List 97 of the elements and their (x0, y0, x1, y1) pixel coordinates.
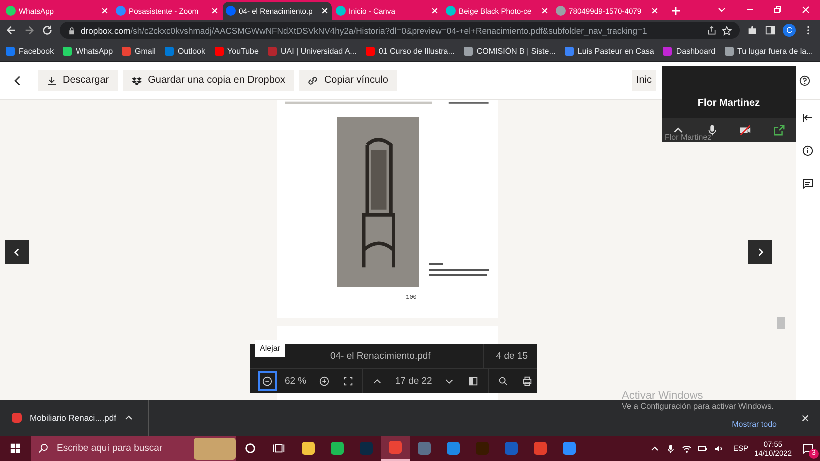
reload-icon[interactable] (42, 25, 53, 36)
profile-avatar[interactable]: C (783, 24, 796, 37)
app-icon (534, 442, 547, 455)
puzzle-icon[interactable] (747, 25, 758, 36)
previous-button[interactable] (5, 240, 29, 264)
app-icon (389, 441, 402, 454)
speaker-icon[interactable] (714, 444, 724, 454)
page-indicator: 17 de 22 (394, 376, 434, 386)
bookmark-link[interactable]: WhatsApp (76, 46, 114, 56)
favicon-icon (116, 6, 126, 16)
windows-start-icon[interactable] (10, 443, 21, 454)
favicon-icon (724, 46, 734, 56)
wifi-icon[interactable] (682, 444, 692, 454)
address-field[interactable]: dropbox.com/sh/c2ckxc0kvshmadj/AACSMGWwNFNdXtDSVkNV4hy2a/Historia?dl=0&preview=04-+el+Renacimiento.pdf&subfolder_nav_tracking=1 (60, 22, 740, 39)
bookmark-link[interactable]: Facebook (19, 46, 54, 56)
comment-icon[interactable] (802, 178, 814, 190)
favicon-icon (226, 6, 236, 16)
favicon-icon (366, 46, 375, 56)
share-screen-icon[interactable] (772, 124, 786, 136)
activation-text: Ve a Configuración para activar Windows. (622, 402, 774, 411)
link-icon (308, 76, 318, 86)
camera-off-icon[interactable] (739, 124, 752, 136)
star-icon[interactable] (722, 26, 732, 36)
printer-icon (522, 376, 534, 386)
favicon-icon (336, 6, 346, 16)
side-panel-icon (468, 376, 480, 386)
favicon-icon (663, 46, 672, 56)
bookmark-link[interactable]: Luis Pasteur en Casa (578, 46, 654, 56)
activation-title: Activar Windows (622, 390, 704, 402)
favicon-icon (63, 46, 72, 56)
lock-icon (68, 26, 76, 34)
app-icon (447, 442, 460, 455)
battery-icon[interactable] (698, 444, 708, 454)
app-icon (476, 442, 489, 455)
pdf-icon (12, 413, 22, 423)
next-button[interactable] (748, 240, 772, 264)
app-icon (360, 442, 373, 455)
favicon-icon (6, 46, 15, 56)
favicon-icon (556, 6, 566, 16)
close-icon[interactable] (801, 414, 810, 422)
favicon-icon (464, 46, 473, 56)
bookmark-link[interactable]: Gmail (135, 46, 156, 56)
info-icon[interactable] (802, 145, 814, 157)
favicon-icon (164, 46, 174, 56)
bookmark-link[interactable]: YouTube (228, 46, 259, 56)
bookmark-link[interactable]: Tu lugar fuera de la... (738, 46, 814, 56)
app-icon (418, 442, 431, 455)
file-position: 4 de 15 (483, 344, 537, 368)
forward-icon[interactable] (24, 25, 35, 36)
toolbar-button[interactable]: Descargar (38, 70, 118, 91)
restore-icon[interactable] (773, 5, 783, 15)
circle-icon (244, 442, 257, 455)
help-icon[interactable] (799, 74, 811, 86)
microphone-icon[interactable] (666, 444, 676, 454)
bookmark-link[interactable]: 01 Curso de Illustra... (378, 46, 455, 56)
side-panel-icon[interactable] (765, 25, 776, 36)
scrollbar-thumb[interactable] (777, 317, 785, 329)
participant-name: Flor Martinez (696, 98, 762, 109)
zoom-in-icon (318, 376, 330, 386)
favicon-icon (214, 46, 224, 56)
toolbar-button[interactable]: Inic (632, 70, 656, 91)
toolbar-button[interactable]: Copiar vínculo (299, 70, 398, 91)
tooltip: Alejar (255, 340, 286, 357)
zoom-level: 62 % (284, 376, 308, 386)
app-icon (302, 442, 315, 455)
app-icon (563, 442, 576, 455)
back-icon[interactable] (6, 25, 17, 36)
app-icon (505, 442, 518, 455)
bookmark-link[interactable]: COMISIÓN B | Siste... (476, 46, 556, 56)
favicon-icon (122, 46, 132, 56)
participant-caption: Flor Martinez (665, 133, 712, 142)
favicon-icon (446, 6, 456, 16)
show-all-link[interactable]: Mostrar todo (732, 420, 777, 428)
chevron-down-icon[interactable] (717, 5, 727, 15)
dropbox-icon (132, 76, 142, 86)
toolbar-button[interactable]: Guardar una copia en Dropbox (123, 70, 294, 91)
search-icon (38, 443, 49, 454)
file-name: 04- el Renacimiento.pdf (329, 350, 432, 362)
zoom-out-button[interactable] (258, 371, 277, 391)
notification-icon[interactable] (802, 442, 814, 454)
favicon-icon (268, 46, 277, 56)
task-view-icon (273, 442, 286, 455)
favicon-icon (6, 6, 16, 16)
search-icon (498, 376, 510, 386)
collapse-icon[interactable] (802, 112, 814, 124)
app-icon (331, 442, 344, 455)
bookmark-link[interactable]: UAI | Universidad A... (280, 46, 357, 56)
new-tab-icon[interactable] (671, 6, 681, 16)
bookmark-link[interactable]: Outlook (178, 46, 206, 56)
fullscreen-icon (342, 376, 354, 386)
search-highlight-picture (194, 438, 236, 460)
bookmark-link[interactable]: Dashboard (676, 46, 716, 56)
taskbar-search-field[interactable]: Escribe aquí para buscar (31, 436, 236, 461)
download-icon (47, 76, 57, 86)
share-icon[interactable] (707, 26, 717, 36)
zoom-out-icon (262, 376, 273, 386)
favicon-icon (564, 46, 574, 56)
